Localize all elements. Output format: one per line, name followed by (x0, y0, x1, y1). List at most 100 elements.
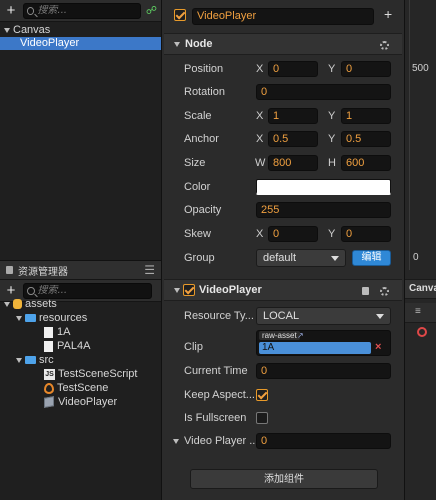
position-y-value: 0 (346, 63, 353, 75)
gear-icon[interactable] (380, 287, 389, 296)
asset-item[interactable]: JS TestSceneScript (0, 368, 161, 382)
size-h-input[interactable]: 600 (341, 155, 391, 171)
close-icon[interactable]: × (375, 341, 381, 353)
assets-header: 资源管理器 ☰ (0, 260, 161, 280)
asset-item[interactable]: src (0, 354, 161, 368)
is-fullscreen-checkbox[interactable] (256, 412, 268, 424)
position-x-input[interactable]: 0 (268, 61, 318, 77)
current-time-input[interactable]: 0 (256, 363, 391, 379)
stop-icon[interactable] (417, 327, 427, 337)
resource-type-label: Resource Ty... (184, 310, 254, 322)
hierarchy-search[interactable] (23, 2, 141, 19)
assets-search-input[interactable] (37, 285, 151, 296)
group-select[interactable]: default (256, 249, 346, 267)
lock-icon[interactable] (6, 266, 13, 274)
ruler-label: 500 (412, 63, 429, 74)
axis-label: X (256, 228, 264, 240)
resource-type-select[interactable]: LOCAL (256, 307, 391, 325)
asset-label: VideoPlayer (58, 396, 118, 408)
hierarchy-search-input[interactable] (37, 5, 140, 16)
collapse-arrow-icon[interactable] (174, 41, 180, 47)
asset-item[interactable]: 1A (0, 326, 161, 340)
expand-arrow-icon[interactable] (173, 439, 179, 444)
asset-label: assets (25, 298, 57, 310)
group-label: Group (184, 252, 215, 264)
size-w-input[interactable]: 800 (268, 155, 318, 171)
position-y-input[interactable]: 0 (341, 61, 391, 77)
rotation-input[interactable]: 0 (256, 84, 391, 100)
axis-label: X (256, 133, 264, 145)
asset-item[interactable]: assets (0, 298, 161, 312)
add-node-icon[interactable]: + (4, 3, 18, 18)
group-edit-button[interactable]: 编辑 (352, 250, 391, 266)
color-row: Color (164, 176, 402, 198)
size-h-value: 600 (346, 157, 365, 169)
collapse-arrow-icon[interactable] (174, 287, 180, 293)
expand-arrow-icon[interactable] (4, 27, 10, 33)
add-asset-icon[interactable]: + (4, 283, 18, 298)
expand-arrow-icon[interactable] (16, 315, 22, 321)
anchor-x-input[interactable]: 0.5 (268, 131, 318, 147)
file-icon (44, 340, 53, 352)
scale-label: Scale (184, 110, 212, 122)
video-player-event-input[interactable]: 0 (256, 433, 391, 449)
scale-y-input[interactable]: 1 (341, 108, 391, 124)
node-name-input[interactable]: VideoPlayer (192, 8, 374, 25)
clip-asset-field[interactable]: raw-asset ↗ 1A × (256, 330, 391, 356)
opacity-label: Opacity (184, 204, 222, 216)
asset-item[interactable]: VideoPlayer (0, 396, 161, 410)
scale-x-value: 1 (273, 110, 280, 122)
asset-label: 1A (57, 326, 71, 338)
group-edit-label: 编辑 (361, 252, 382, 263)
component-enabled-checkbox[interactable] (183, 284, 195, 296)
axis-label: X (256, 63, 264, 75)
expand-arrow-icon[interactable] (4, 301, 10, 307)
node-active-checkbox[interactable] (174, 9, 186, 21)
assets-search[interactable] (23, 282, 152, 299)
book-icon[interactable] (362, 287, 369, 295)
skew-y-input[interactable]: 0 (341, 226, 391, 242)
chevron-down-icon (331, 256, 339, 261)
scale-row: Scale X 1 Y 1 (164, 105, 402, 127)
js-icon: JS (44, 368, 55, 380)
canvas-tab[interactable]: Canva (405, 279, 436, 299)
scale-x-input[interactable]: 1 (268, 108, 318, 124)
node-name-value: VideoPlayer (197, 10, 257, 22)
opacity-input[interactable]: 255 (256, 202, 391, 218)
canvas-tab-label: Canva (409, 283, 436, 294)
size-row: Size W 800 H 600 (164, 152, 402, 174)
anchor-y-input[interactable]: 0.5 (341, 131, 391, 147)
keep-aspect-label: Keep Aspect... (184, 389, 255, 401)
scene-panel: 500 0 Canva ≡ (404, 0, 436, 500)
node-section-header[interactable]: Node (164, 33, 402, 55)
gear-icon[interactable] (380, 41, 389, 50)
asset-item[interactable]: TestScene (0, 382, 161, 396)
link-icon[interactable]: ↗ (297, 331, 304, 340)
add-component-button[interactable]: 添加组件 (190, 469, 378, 489)
keep-aspect-checkbox[interactable] (256, 389, 268, 401)
expand-arrow-icon[interactable] (16, 357, 22, 363)
tree-item-videoplayer[interactable]: VideoPlayer (0, 37, 161, 50)
color-swatch[interactable] (256, 179, 391, 195)
menu-icon[interactable]: ☰ (144, 263, 155, 277)
asset-item[interactable]: resources (0, 312, 161, 326)
asset-item[interactable]: PAL4A (0, 340, 161, 354)
clip-value-box[interactable]: 1A (259, 342, 371, 354)
axis-label: Y (328, 133, 336, 145)
axis-label: W (255, 157, 266, 169)
list-icon[interactable]: ≡ (415, 306, 421, 317)
link-icon[interactable]: ☍ (146, 4, 157, 17)
folder-icon (25, 314, 36, 323)
tree-item-canvas[interactable]: Canvas (0, 24, 161, 37)
videoplayer-section-header[interactable]: VideoPlayer (164, 279, 402, 301)
skew-x-input[interactable]: 0 (268, 226, 318, 242)
raw-asset-tag: raw-asset (259, 331, 300, 340)
current-time-label: Current Time (184, 365, 248, 377)
component-title: VideoPlayer (199, 284, 262, 296)
folder-icon (25, 356, 36, 365)
scale-y-value: 1 (346, 110, 353, 122)
keep-aspect-row: Keep Aspect... (164, 384, 402, 406)
video-player-event-value: 0 (261, 435, 268, 447)
search-icon (27, 6, 35, 15)
add-icon[interactable]: + (384, 6, 392, 22)
